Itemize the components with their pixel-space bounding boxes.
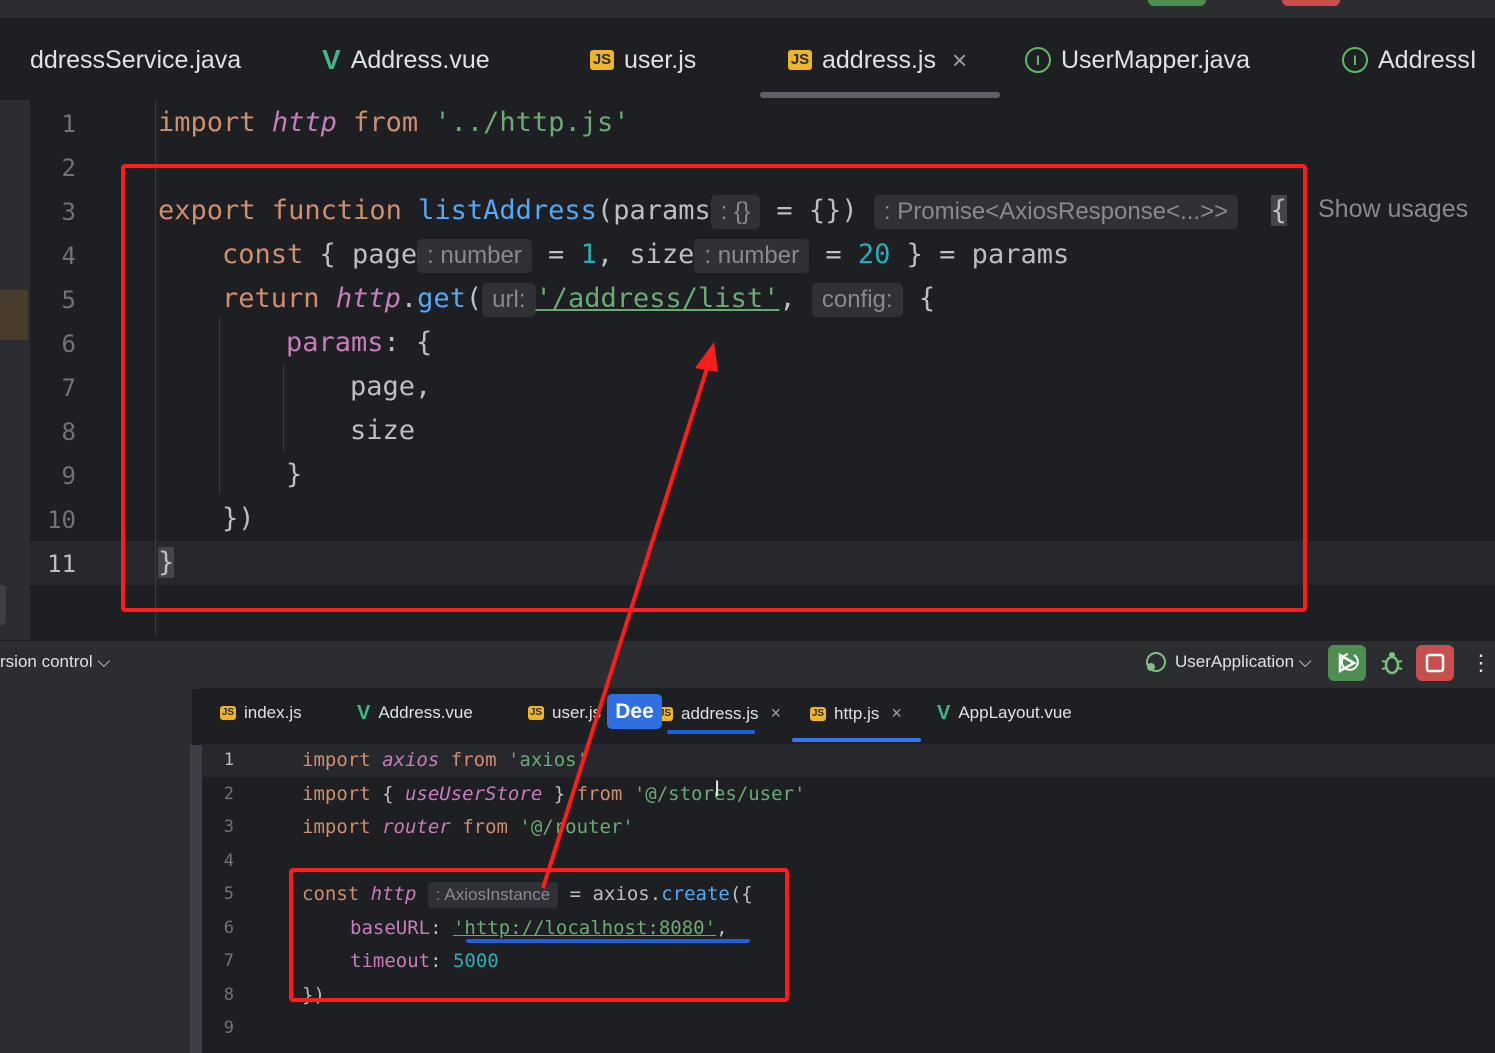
close-icon[interactable]: × [891, 703, 902, 724]
line-number: 5 [223, 884, 234, 904]
line-number: 8 [61, 418, 76, 446]
close-icon[interactable]: × [770, 703, 781, 724]
tab-label: Address.vue [378, 703, 473, 722]
show-usages-link[interactable]: Show usages [1318, 195, 1468, 224]
tab-label: user.js [552, 703, 602, 722]
tab-label: AddressI [1378, 45, 1477, 74]
window-top-strip [0, 0, 1495, 18]
vue-file-icon: V [357, 702, 371, 724]
close-icon[interactable]: × [952, 45, 967, 76]
left-tool-gutter [0, 100, 30, 640]
code-line-1: import axios from 'axios' [302, 749, 589, 771]
line-number-current: 11 [47, 550, 76, 578]
tab-address-vue[interactable]: V Address.vue [322, 42, 490, 78]
line-number: 2 [223, 784, 234, 804]
code-line-2: import { useUserStore } from '@/stores/u… [302, 783, 806, 805]
stop-icon [1425, 653, 1445, 673]
tab-label: user.js [624, 45, 697, 74]
line-number: 9 [223, 1018, 234, 1038]
line-number: 7 [61, 374, 76, 402]
tab-label: ddressService.java [30, 45, 242, 74]
annotation-underline [667, 730, 755, 734]
interface-icon: I [1342, 47, 1368, 73]
tab-address-js[interactable]: JS address.js × [657, 703, 781, 724]
js-file-icon: JS [220, 706, 236, 720]
stop-button[interactable] [1416, 645, 1454, 681]
line-number: 4 [61, 242, 76, 270]
bug-icon [1381, 652, 1403, 675]
line-number: 3 [223, 817, 234, 837]
tab-applayout-vue[interactable]: V AppLayout.vue [937, 703, 1072, 723]
tab-label: index.js [244, 703, 302, 722]
annotation-box-list-address [121, 164, 1307, 612]
tab-label: address.js [822, 45, 936, 74]
debug-button[interactable] [1373, 645, 1411, 681]
line-number: 8 [223, 985, 234, 1005]
tab-address-service[interactable]: ddressService.java [30, 42, 241, 78]
project-tool-pane [0, 688, 192, 1053]
version-control-dropdown[interactable]: rsion control ⌵ [0, 652, 110, 672]
js-file-icon: JS [788, 50, 812, 70]
line-number: 1 [61, 110, 76, 138]
more-actions-button[interactable]: ⋮ [1470, 650, 1492, 676]
pane-scrollbar[interactable] [190, 745, 202, 1053]
text-cursor-icon: I [714, 776, 721, 801]
line-number: 6 [61, 330, 76, 358]
line-number: 4 [223, 851, 234, 871]
rerun-icon [1338, 652, 1359, 674]
tab-user-mapper[interactable]: I UserMapper.java [1025, 42, 1250, 78]
tab-address-js[interactable]: JS address.js × [788, 42, 967, 78]
run-configuration-selector[interactable]: UserApplication ⌵ [1143, 650, 1312, 674]
tab-label: address.js [681, 703, 759, 723]
gutter-handle[interactable] [0, 585, 6, 625]
line-number: 5 [61, 286, 76, 314]
line-number: 6 [223, 918, 234, 938]
tab-address-i[interactable]: I AddressI [1342, 42, 1477, 78]
code-line-3: import router from '@/router' [302, 816, 634, 838]
tab-label: AppLayout.vue [958, 703, 1072, 722]
code-line-1: import http from '../http.js' [158, 107, 630, 138]
tab-http-js[interactable]: JS http.js × [810, 703, 902, 724]
active-tab-indicator [760, 92, 1000, 98]
tab-address-vue[interactable]: V Address.vue [357, 703, 473, 723]
rerun-button[interactable] [1328, 645, 1366, 681]
line-number: 10 [47, 506, 76, 534]
line-number: 2 [61, 154, 76, 182]
line-number: 7 [223, 951, 234, 971]
dee-badge: Dee [607, 694, 662, 729]
tab-user-js[interactable]: JS user.js [528, 703, 601, 723]
line-number-current: 1 [223, 750, 234, 770]
tab-user-js[interactable]: JS user.js [590, 42, 696, 78]
js-file-icon: JS [810, 706, 826, 721]
gutter-marker [0, 290, 28, 340]
line-number: 3 [61, 198, 76, 226]
annotation-underline [466, 939, 750, 943]
annotation-box-axios-create [289, 868, 789, 1002]
tab-label: UserMapper.java [1061, 45, 1250, 74]
js-file-icon: JS [528, 706, 544, 720]
run-indicator [1148, 0, 1206, 6]
spring-app-icon [1146, 652, 1166, 672]
line-number: 9 [61, 462, 76, 490]
tab-index-js[interactable]: JS index.js [220, 703, 302, 723]
tab-label: http.js [834, 703, 880, 723]
editor-tab-bar: ddressService.java V Address.vue JS user… [0, 18, 1495, 101]
stop-indicator [1282, 0, 1340, 6]
vue-file-icon: V [937, 702, 951, 724]
run-config-label: UserApplication ⌵ [1175, 652, 1312, 671]
interface-icon: I [1025, 47, 1051, 73]
tab-label: Address.vue [350, 45, 490, 74]
js-file-icon: JS [590, 50, 614, 70]
vue-file-icon: V [322, 44, 341, 75]
